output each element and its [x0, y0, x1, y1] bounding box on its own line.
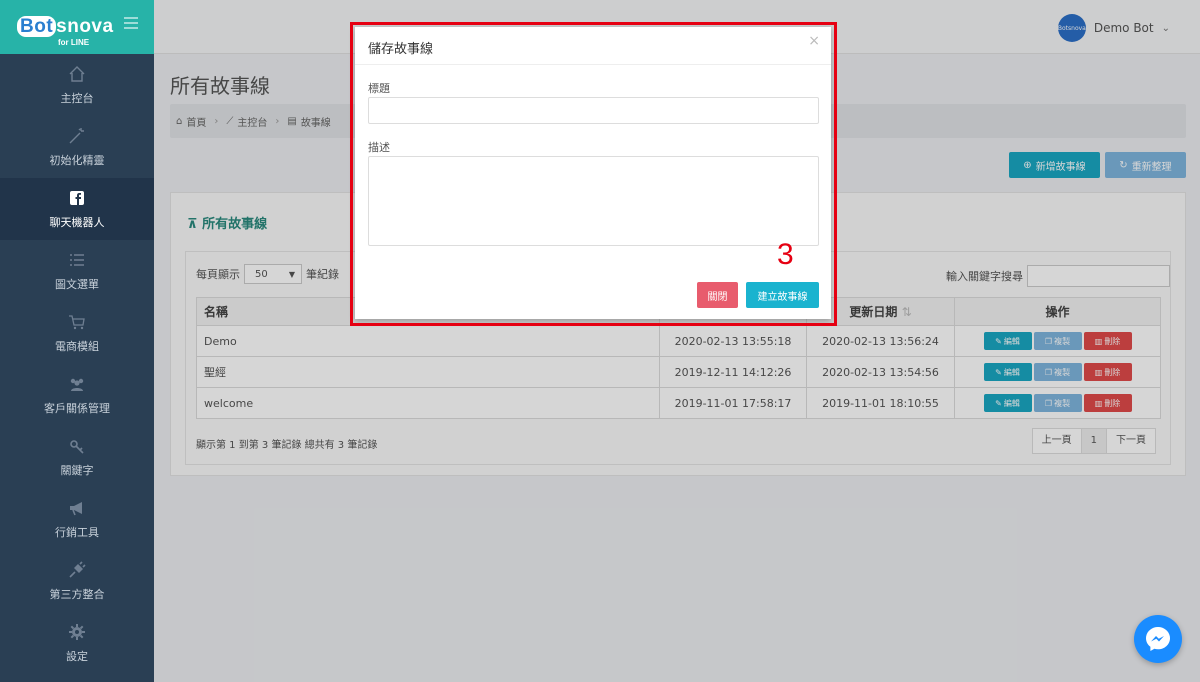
logo-rest: snova — [56, 16, 114, 37]
sidebar-item-label: 初始化精靈 — [49, 154, 105, 167]
sidebar-item-console[interactable]: 主控台 — [0, 54, 154, 116]
highlight-frame — [350, 22, 837, 326]
sidebar-item-label: 聊天機器人 — [49, 216, 105, 229]
sidebar-item-label: 設定 — [66, 650, 88, 663]
sidebar-item-label: 關鍵字 — [60, 464, 94, 477]
sidebar-item-label: 圖文選單 — [55, 278, 99, 291]
sidebar-item-label: 電商模組 — [55, 340, 99, 353]
logo-subtitle: for LINE — [58, 38, 90, 47]
list-icon — [68, 251, 86, 269]
users-icon — [68, 375, 86, 393]
plug-icon — [68, 561, 86, 579]
sidebar-item-label: 客戶關係管理 — [44, 402, 110, 415]
close-button[interactable]: 關閉 — [697, 282, 738, 308]
sidebar-item-keywords[interactable]: 關鍵字 — [0, 426, 154, 488]
logo-text: Bot snova — [17, 16, 114, 38]
sidebar-item-label: 第三方整合 — [49, 588, 105, 601]
sidebar-item-ecommerce[interactable]: 電商模組 — [0, 302, 154, 364]
sidebar-item-crm[interactable]: 客戶關係管理 — [0, 364, 154, 426]
sidebar-item-rich-menu[interactable]: 圖文選單 — [0, 240, 154, 302]
facebook-square-icon — [68, 189, 86, 207]
magic-wand-icon — [68, 127, 86, 145]
messenger-icon — [1146, 627, 1170, 651]
sidebar-item-wizard[interactable]: 初始化精靈 — [0, 116, 154, 178]
sidebar-item-integrations[interactable]: 第三方整合 — [0, 550, 154, 612]
sidebar: Bot snova for LINE 主控台 初始化精靈 聊天機器人 圖文選單 電… — [0, 0, 154, 682]
key-icon — [68, 437, 86, 455]
step-annotation: 3 — [777, 238, 794, 271]
megaphone-icon — [68, 499, 86, 517]
create-storyline-button[interactable]: 建立故事線 — [746, 282, 819, 308]
gear-icon — [68, 623, 86, 641]
sidebar-item-label: 主控台 — [60, 92, 94, 105]
sidebar-item-label: 行銷工具 — [55, 526, 99, 539]
sidebar-item-settings[interactable]: 設定 — [0, 612, 154, 674]
sidebar-item-chatbot[interactable]: 聊天機器人 — [0, 178, 154, 240]
sidebar-item-marketing[interactable]: 行銷工具 — [0, 488, 154, 550]
cart-icon — [68, 313, 86, 331]
home-icon — [68, 65, 86, 83]
messenger-chat-button[interactable] — [1134, 615, 1182, 663]
menu-toggle-icon[interactable] — [124, 17, 138, 29]
logo[interactable]: Bot snova for LINE — [0, 0, 154, 54]
logo-prefix: Bot — [17, 16, 57, 37]
